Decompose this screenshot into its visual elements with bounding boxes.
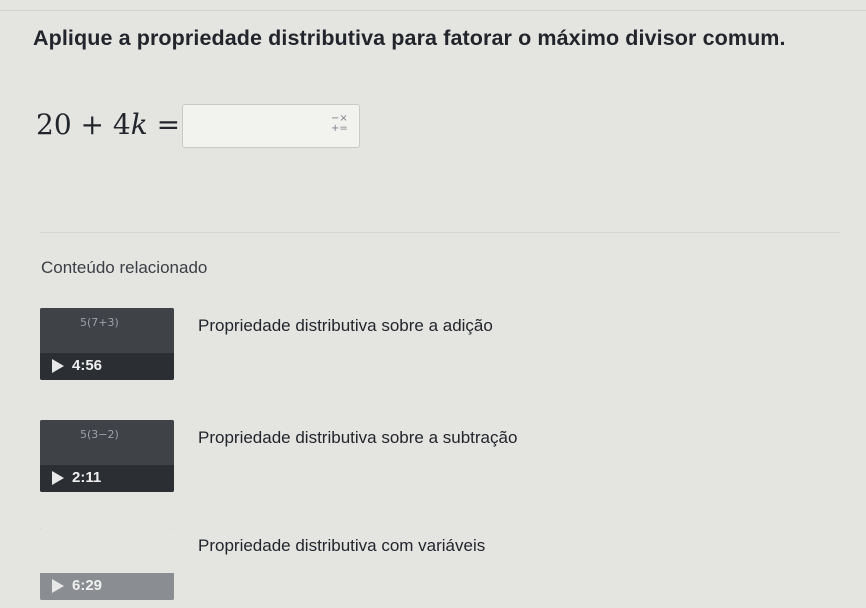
equation-equals: =	[147, 108, 181, 141]
video-duration: 4:56	[72, 357, 103, 374]
equation-variable: k	[130, 108, 148, 141]
related-video-3[interactable]: 6:29 Propriedade distributiva com variáv…	[40, 528, 840, 608]
video-title[interactable]: Propriedade distributiva com variáveis	[198, 536, 485, 556]
related-video-1[interactable]: 5(7+3) 4:56 Propriedade distributiva sob…	[40, 308, 840, 388]
thumbnail-image	[40, 308, 174, 353]
play-icon	[52, 471, 64, 485]
play-icon	[52, 579, 64, 593]
thumbnail-image	[40, 420, 174, 465]
video-duration: 6:29	[72, 577, 103, 594]
related-content-heading: Conteúdo relacionado	[41, 258, 208, 277]
thumbnail-scribble: 5(3−2)	[80, 428, 119, 441]
question-prompt: Aplique a propriedade distributiva para …	[33, 26, 786, 50]
video-thumbnail[interactable]: 5(3−2) 2:11	[40, 420, 174, 492]
play-icon	[52, 359, 64, 373]
answer-input[interactable]: −× +=	[182, 104, 360, 148]
video-thumbnail[interactable]: 6:29	[40, 528, 174, 600]
video-duration: 2:11	[72, 469, 102, 486]
equation-lhs: 20 + 4	[36, 108, 131, 141]
top-divider	[0, 10, 866, 11]
video-title[interactable]: Propriedade distributiva sobre a adição	[198, 316, 493, 336]
thumbnail-scribble: 5(7+3)	[80, 316, 119, 329]
math-keyboard-icon[interactable]: −× +=	[331, 114, 348, 138]
equation: 20 + 4k =	[36, 108, 180, 141]
video-title[interactable]: Propriedade distributiva sobre a subtraç…	[198, 428, 517, 448]
related-video-2[interactable]: 5(3−2) 2:11 Propriedade distributiva sob…	[40, 420, 840, 500]
section-divider	[40, 232, 840, 233]
video-thumbnail[interactable]: 5(7+3) 4:56	[40, 308, 174, 380]
thumbnail-image	[40, 528, 174, 573]
